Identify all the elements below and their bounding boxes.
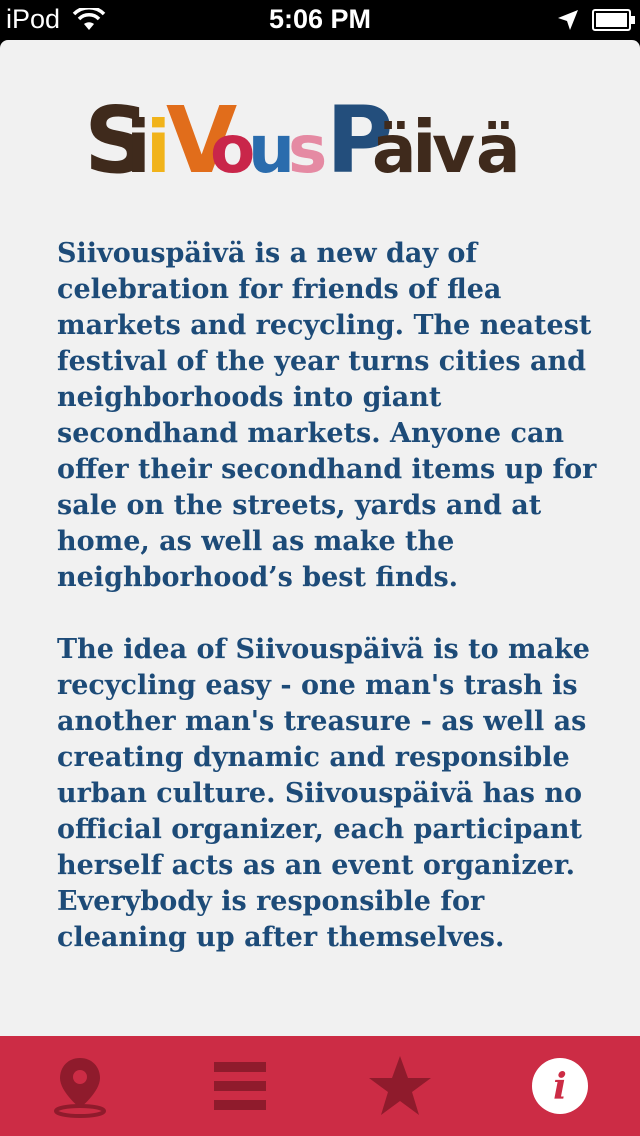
logo-letter: ä <box>476 111 521 180</box>
tab-list[interactable] <box>160 1036 320 1136</box>
info-page: SiiVousPäivä Siivouspäivä is a new day o… <box>0 40 640 1136</box>
about-paragraph-2: The idea of Siivouspäivä is to make recy… <box>57 634 590 953</box>
clock: 5:06 PM <box>268 4 372 34</box>
tab-bar: i <box>0 1036 640 1136</box>
logo-letter: v <box>432 111 475 180</box>
tab-info[interactable]: i <box>480 1036 640 1136</box>
map-pin-icon <box>54 1058 106 1118</box>
logo-letter: s <box>288 111 327 180</box>
logo-letter: ä <box>372 111 417 180</box>
status-bar: iPod 5:06 PM <box>0 0 640 40</box>
about-paragraph-1: Siivouspäivä is a new day of celebration… <box>57 238 597 593</box>
tab-map[interactable] <box>0 1036 160 1136</box>
tab-favorites[interactable] <box>320 1036 480 1136</box>
info-icon: i <box>532 1058 588 1114</box>
logo-wordmark: SiiVousPäiv ä <box>84 87 521 194</box>
about-text: Siivouspäivä is a new day of celebration… <box>57 236 597 992</box>
location-arrow-icon <box>556 8 580 37</box>
battery-icon <box>592 9 636 36</box>
list-icon <box>214 1062 266 1110</box>
siivouspaiva-logo: SiiVousPäivä <box>84 80 574 194</box>
star-icon <box>369 1056 431 1115</box>
svg-text:i: i <box>553 1066 567 1108</box>
